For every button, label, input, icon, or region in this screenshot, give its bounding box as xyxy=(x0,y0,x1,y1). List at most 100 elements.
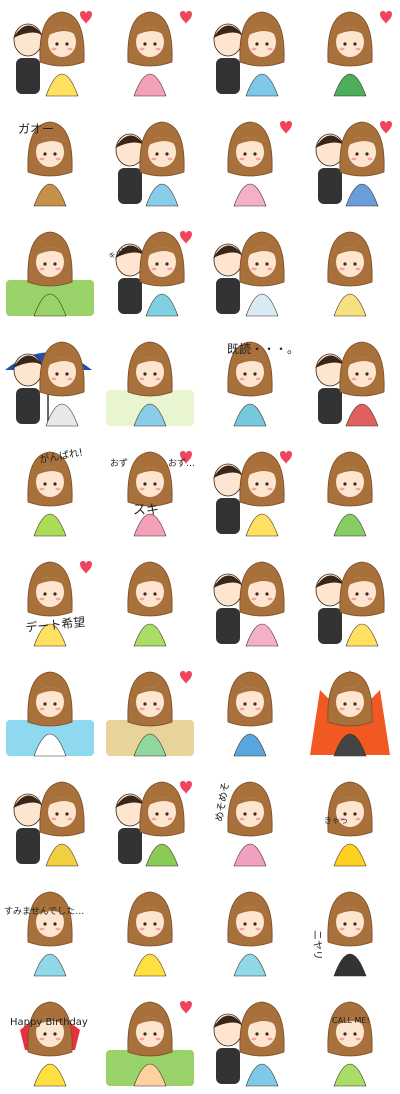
girl-blush xyxy=(55,487,61,491)
girl-blush xyxy=(251,487,257,491)
girl-body xyxy=(333,513,367,537)
girl-eye xyxy=(53,702,57,706)
girl-eye xyxy=(143,482,147,486)
girl-blush xyxy=(139,707,145,711)
sticker-12[interactable] xyxy=(327,231,373,317)
boy-body xyxy=(216,1048,240,1084)
girl-eye xyxy=(155,262,159,266)
girl-blush xyxy=(339,487,345,491)
girl-eye xyxy=(255,1032,259,1036)
girl-blush xyxy=(151,817,157,821)
girl-blush xyxy=(155,707,161,711)
girl-blush xyxy=(367,597,373,601)
heart-icon xyxy=(180,781,192,794)
girl-blush xyxy=(339,1037,345,1041)
sticker-26[interactable] xyxy=(106,671,194,757)
sticker-11[interactable] xyxy=(213,231,285,317)
sticker-36[interactable] xyxy=(327,891,373,977)
sticker-16[interactable] xyxy=(315,341,385,427)
sticker-34[interactable] xyxy=(127,891,173,977)
girl-blush xyxy=(167,157,173,161)
sticker-9[interactable] xyxy=(6,231,94,317)
sticker-4[interactable] xyxy=(327,11,392,97)
sticker-29[interactable] xyxy=(13,781,85,867)
girl-eye xyxy=(65,372,69,376)
girl-eye xyxy=(243,812,247,816)
girl-eye xyxy=(153,922,157,926)
girl-blush xyxy=(355,1037,361,1041)
girl-blush xyxy=(351,157,357,161)
girl-eye xyxy=(365,152,369,156)
sticker-27[interactable] xyxy=(227,671,273,757)
girl-eye xyxy=(143,372,147,376)
sticker-13[interactable] xyxy=(5,341,92,427)
girl-blush xyxy=(239,377,245,381)
sticker-37[interactable] xyxy=(20,1001,80,1087)
sticker-1[interactable] xyxy=(13,11,92,97)
girl-blush xyxy=(239,927,245,931)
sticker-7[interactable] xyxy=(227,121,292,207)
girl-eye xyxy=(143,592,147,596)
girl-eye xyxy=(353,1032,357,1036)
sticker-22[interactable] xyxy=(127,561,173,647)
sticker-19[interactable] xyxy=(213,451,292,537)
sticker-28[interactable] xyxy=(310,670,390,757)
girl-eye xyxy=(255,262,259,266)
girl-eye xyxy=(143,702,147,706)
boy-body xyxy=(318,168,342,204)
girl-eye xyxy=(243,702,247,706)
sticker-30[interactable] xyxy=(115,781,192,867)
girl-blush xyxy=(255,817,261,821)
girl-eye xyxy=(53,262,57,266)
girl-eye xyxy=(53,592,57,596)
girl-eye xyxy=(43,482,47,486)
sticker-3[interactable] xyxy=(213,11,285,97)
girl-blush xyxy=(55,157,61,161)
sticker-17[interactable] xyxy=(27,451,73,537)
girl-body xyxy=(245,623,279,647)
girl-eye xyxy=(355,592,359,596)
sticker-25[interactable] xyxy=(6,671,94,757)
girl-eye xyxy=(353,922,357,926)
sticker-6[interactable] xyxy=(115,121,185,207)
girl-eye xyxy=(343,482,347,486)
girl-body xyxy=(133,953,167,977)
sticker-20[interactable] xyxy=(327,451,373,537)
sticker-31[interactable] xyxy=(227,781,273,867)
sticker-10[interactable] xyxy=(115,231,192,317)
girl-eye xyxy=(265,1032,269,1036)
sticker-33[interactable] xyxy=(27,891,73,977)
girl-blush xyxy=(139,47,145,51)
girl-body xyxy=(245,513,279,537)
sticker-15-text: 既読・・・。 xyxy=(227,341,299,356)
girl-blush xyxy=(351,377,357,381)
girl-blush xyxy=(255,157,261,161)
girl-eye xyxy=(143,922,147,926)
girl-eye xyxy=(153,1032,157,1036)
sticker-40[interactable] xyxy=(327,1001,373,1087)
girl-blush xyxy=(367,377,373,381)
sticker-2[interactable] xyxy=(127,11,192,97)
sticker-35[interactable] xyxy=(227,891,273,977)
sticker-38[interactable] xyxy=(106,1001,194,1087)
girl-blush xyxy=(39,157,45,161)
girl-eye xyxy=(265,262,269,266)
sticker-24[interactable] xyxy=(315,561,385,647)
girl-eye xyxy=(143,1032,147,1036)
sticker-23[interactable] xyxy=(213,561,285,647)
girl-blush xyxy=(355,487,361,491)
girl-eye xyxy=(265,482,269,486)
girl-eye xyxy=(365,372,369,376)
girl-blush xyxy=(339,707,345,711)
girl-body xyxy=(333,953,367,977)
girl-eye xyxy=(253,152,257,156)
girl-body xyxy=(233,183,267,207)
sticker-14[interactable] xyxy=(106,341,194,427)
girl-blush xyxy=(51,47,57,51)
girl-blush xyxy=(51,817,57,821)
extra-ozu-2: おず… xyxy=(168,458,195,469)
sticker-8[interactable] xyxy=(315,121,392,207)
boy-body xyxy=(16,828,40,864)
sticker-39[interactable] xyxy=(213,1001,285,1087)
girl-eye xyxy=(255,42,259,46)
